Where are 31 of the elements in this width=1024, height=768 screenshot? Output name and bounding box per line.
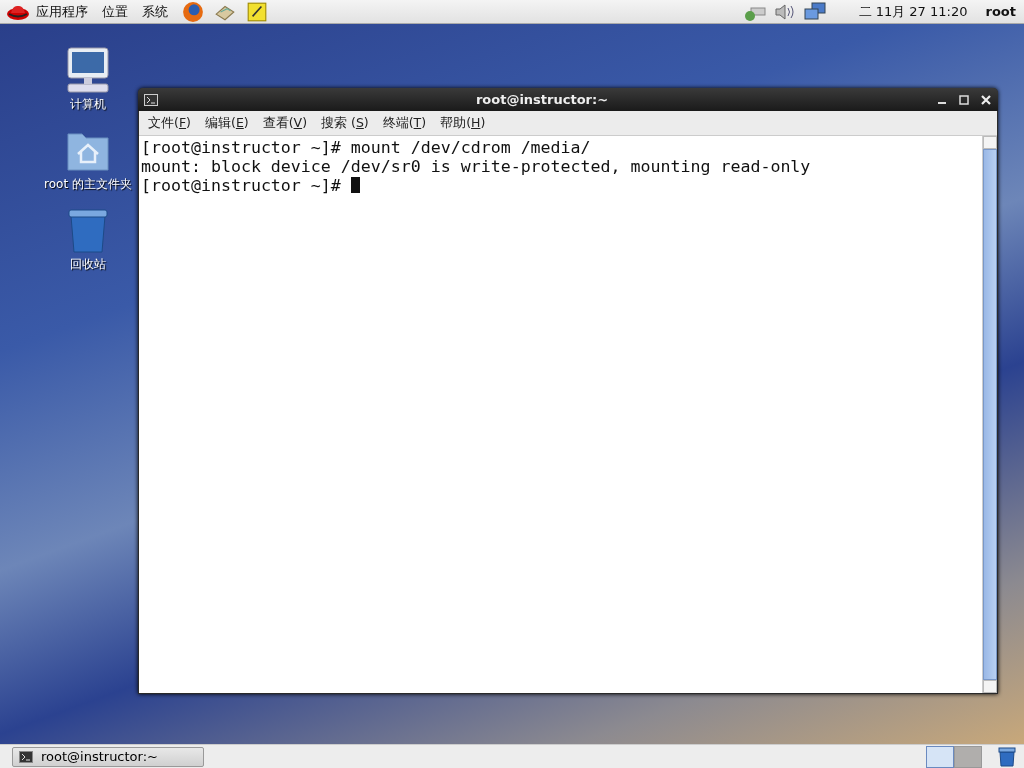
menu-item[interactable]: 终端(T) (382, 114, 427, 132)
terminal-line: [root@instructor ~]# mount /dev/cdrom /media/ (141, 138, 591, 157)
menu-item[interactable]: 帮助(H) (440, 114, 486, 132)
clock[interactable]: 二 11月 27 11:20 (858, 2, 968, 21)
menu-item[interactable]: 文件(F) (148, 114, 191, 132)
desktop-icon-label[interactable]: 回收站 (70, 256, 106, 273)
desktop-icon-label[interactable]: root 的主文件夹 (44, 176, 132, 193)
globe-icon[interactable] (182, 0, 204, 23)
menu-item[interactable]: 编辑(E) (205, 114, 249, 132)
terminal-icon (144, 93, 158, 106)
computer-icon[interactable] (64, 46, 112, 94)
menu-item[interactable]: 搜索 (S) (321, 114, 369, 132)
taskbar-button[interactable]: root@instructor:~ (12, 746, 204, 767)
terminal-line: [root@instructor ~]# (141, 176, 360, 195)
panel-menu[interactable]: 应用程序 (36, 2, 88, 21)
user-name[interactable]: root (985, 4, 1016, 19)
speaker-icon[interactable] (772, 1, 797, 22)
panel-menu[interactable]: 位置 (102, 2, 128, 21)
desktop-icon-label[interactable]: 计算机 (70, 96, 106, 113)
taskbar-label: root@instructor:~ (41, 749, 158, 764)
menu-item[interactable]: 查看(V) (262, 114, 307, 132)
terminal-line: mount: block device /dev/sr0 is write-protected, mounting read-only (141, 157, 811, 176)
trash-icon[interactable] (998, 746, 1016, 767)
terminal-icon (19, 750, 33, 763)
notepad-icon[interactable] (246, 0, 268, 23)
close-icon[interactable] (980, 93, 992, 106)
monitors-icon[interactable] (802, 1, 827, 22)
panel-menu[interactable]: 系统 (142, 2, 168, 21)
maximize-icon[interactable] (958, 93, 970, 106)
workspace[interactable] (926, 745, 954, 768)
window-title: root@instructor:~ (474, 92, 610, 107)
